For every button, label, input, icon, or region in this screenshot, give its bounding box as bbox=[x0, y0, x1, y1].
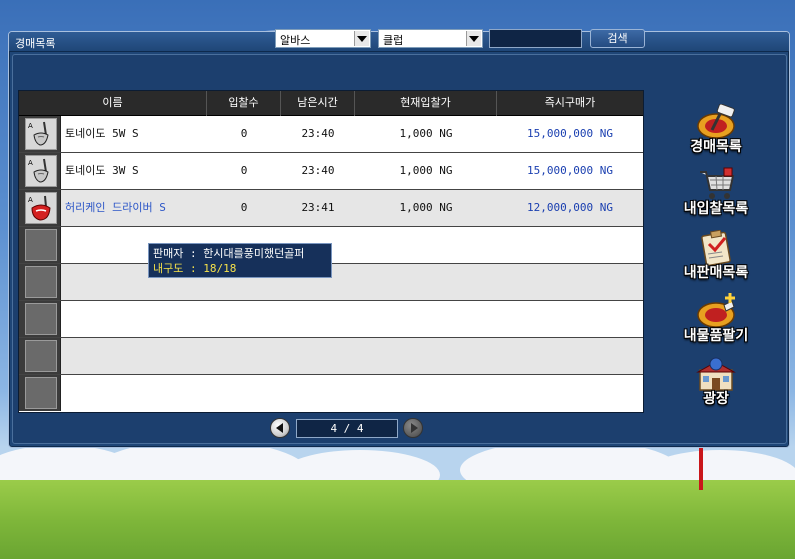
item-slot: A bbox=[19, 116, 61, 152]
empty-slot bbox=[25, 340, 57, 372]
category-select[interactable]: 알바스 bbox=[275, 29, 371, 48]
item-current-bid: 1,000 NG bbox=[399, 201, 453, 214]
tooltip-durability: 내구도 : 18/18 bbox=[153, 262, 237, 275]
item-time-left: 23:40 bbox=[301, 164, 335, 177]
column-header-name[interactable]: 이름 bbox=[19, 91, 207, 116]
empty-table-row bbox=[19, 301, 643, 338]
arrow-right-icon bbox=[410, 423, 418, 433]
menu-label: 내판매목록 bbox=[683, 265, 749, 281]
fairway-wood-icon: A bbox=[25, 118, 57, 150]
svg-text:A: A bbox=[28, 159, 33, 167]
fairway-wood-icon: A bbox=[25, 155, 57, 187]
item-bids: 0 bbox=[240, 164, 248, 177]
window-title: 경매목록 bbox=[15, 37, 56, 50]
empty-table-row bbox=[19, 338, 643, 375]
plaza-building-icon bbox=[694, 356, 738, 392]
driver-icon: A bbox=[25, 192, 57, 224]
empty-slot bbox=[25, 266, 57, 298]
column-header-buyout[interactable]: 즉시구매가 bbox=[497, 91, 643, 116]
item-buyout-price: 15,000,000 NG bbox=[526, 164, 614, 177]
svg-text:A: A bbox=[28, 196, 33, 204]
chevron-down-icon[interactable] bbox=[354, 31, 369, 46]
item-time-left: 23:41 bbox=[301, 201, 335, 214]
column-header-current-bid[interactable]: 현재입찰가 bbox=[355, 91, 497, 116]
item-current-bid: 1,000 NG bbox=[399, 127, 453, 140]
item-tooltip: 판매자 : 한시대를풍미했던골퍼 내구도 : 18/18 bbox=[148, 243, 332, 278]
table-row[interactable]: A 허리케인 드라이버 S 0 23:41 1,000 NG 12,000,00… bbox=[19, 190, 643, 227]
item-name: 허리케인 드라이버 S bbox=[65, 201, 166, 214]
item-slot bbox=[19, 375, 61, 411]
menu-label: 내입찰목록 bbox=[683, 201, 749, 217]
page-indicator: 4 / 4 bbox=[296, 419, 398, 438]
item-slot bbox=[19, 301, 61, 337]
item-slot bbox=[19, 227, 61, 263]
item-buyout-price: 12,000,000 NG bbox=[526, 201, 614, 214]
table-row[interactable]: A 토네이도 5W S 0 23:40 1,000 NG 15,000,000 … bbox=[19, 116, 643, 153]
type-select-value: 클럽 bbox=[383, 34, 404, 47]
menu-plaza[interactable]: 광장 bbox=[674, 356, 758, 416]
menu-my-bids[interactable]: 내입찰목록 bbox=[674, 166, 758, 226]
menu-my-sales[interactable]: 내판매목록 bbox=[674, 229, 758, 290]
chevron-down-icon[interactable] bbox=[466, 31, 481, 46]
item-buyout-price: 15,000,000 NG bbox=[526, 127, 614, 140]
item-slot: A bbox=[19, 153, 61, 189]
item-bids: 0 bbox=[240, 127, 248, 140]
empty-slot bbox=[25, 377, 57, 409]
empty-table-row bbox=[19, 375, 643, 412]
type-select[interactable]: 클럽 bbox=[378, 29, 483, 48]
empty-slot bbox=[25, 229, 57, 261]
item-time-left: 23:40 bbox=[301, 127, 335, 140]
flag-pole bbox=[699, 445, 703, 490]
item-name: 토네이도 5W S bbox=[65, 127, 139, 140]
search-button[interactable]: 검색 bbox=[590, 29, 645, 48]
item-slot: A bbox=[19, 190, 61, 226]
menu-label: 경매목록 bbox=[690, 139, 742, 155]
empty-slot bbox=[25, 303, 57, 335]
item-bids: 0 bbox=[240, 201, 248, 214]
background-grass bbox=[0, 480, 795, 559]
next-page-button[interactable] bbox=[403, 418, 423, 438]
item-slot bbox=[19, 264, 61, 300]
item-current-bid: 1,000 NG bbox=[399, 164, 453, 177]
menu-auction-list[interactable]: 경매목록 bbox=[674, 103, 758, 164]
clipboard-icon bbox=[694, 229, 738, 267]
shopping-cart-icon bbox=[694, 166, 738, 202]
svg-text:A: A bbox=[28, 122, 33, 130]
tooltip-seller: 판매자 : 한시대를풍미했던골퍼 bbox=[153, 247, 305, 260]
menu-label: 광장 bbox=[703, 391, 729, 407]
column-header-time[interactable]: 남은시간 bbox=[281, 91, 355, 116]
sell-item-icon bbox=[694, 293, 738, 329]
table-header: 이름 입찰수 남은시간 현재입찰가 즉시구매가 bbox=[19, 91, 643, 116]
auction-hammer-icon bbox=[694, 103, 738, 140]
arrow-left-icon bbox=[275, 423, 283, 433]
item-name: 토네이도 3W S bbox=[65, 164, 139, 177]
item-slot bbox=[19, 338, 61, 374]
search-input[interactable] bbox=[489, 29, 582, 48]
prev-page-button[interactable] bbox=[270, 418, 290, 438]
menu-label: 내물품팔기 bbox=[683, 328, 749, 344]
table-row[interactable]: A 토네이도 3W S 0 23:40 1,000 NG 15,000,000 … bbox=[19, 153, 643, 190]
column-header-bids[interactable]: 입찰수 bbox=[207, 91, 281, 116]
menu-sell-item[interactable]: 내물품팔기 bbox=[674, 293, 758, 353]
category-select-value: 알바스 bbox=[280, 34, 311, 47]
